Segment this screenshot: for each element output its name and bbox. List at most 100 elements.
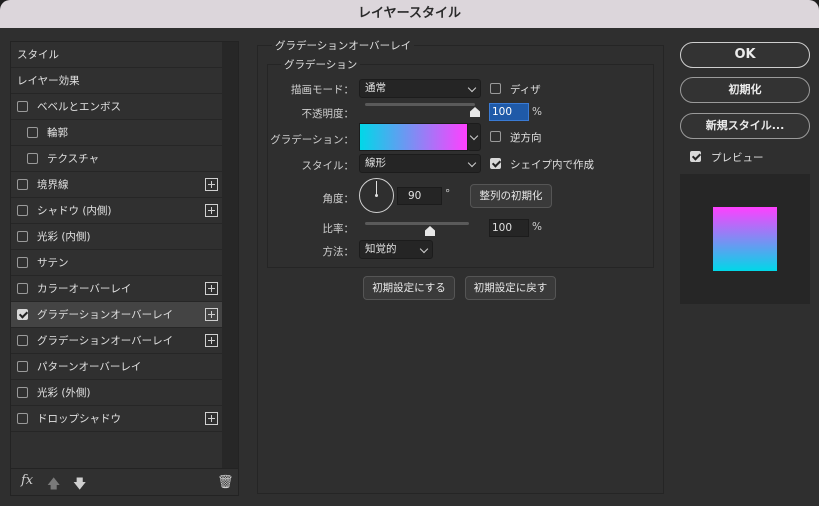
angle-unit: °: [445, 188, 451, 200]
new-style-button[interactable]: 新規スタイル...: [680, 113, 810, 139]
sidebar-item-checkbox[interactable]: [17, 205, 28, 216]
opacity-input[interactable]: 100: [489, 103, 529, 121]
sidebar-item[interactable]: 光彩 (内側): [11, 224, 222, 250]
sidebar-item-label: グラデーションオーバーレイ: [37, 335, 174, 347]
add-effect-plus-icon[interactable]: [205, 308, 218, 321]
angle-label: 角度：: [322, 193, 355, 205]
sidebar-item-label: ベベルとエンボス: [37, 101, 121, 113]
trash-icon[interactable]: 🗑: [217, 475, 234, 490]
dither-label: ディザ: [510, 84, 541, 96]
sidebar-item[interactable]: ベベルとエンボス: [11, 94, 222, 120]
sidebar-item-label: シャドウ (内側): [37, 205, 112, 217]
arrow-up-icon[interactable]: 🡅: [47, 475, 60, 497]
fx-icon[interactable]: fx: [21, 473, 33, 488]
add-effect-plus-icon[interactable]: [205, 204, 218, 217]
sidebar-item-label: 境界線: [37, 179, 69, 191]
sidebar-item[interactable]: ドロップシャドウ: [11, 406, 222, 432]
sidebar-item[interactable]: グラデーションオーバーレイ: [11, 302, 222, 328]
opacity-label: 不透明度：: [301, 108, 355, 120]
sidebar-item[interactable]: 光彩 (外側): [11, 380, 222, 406]
sidebar-item-checkbox[interactable]: [17, 335, 28, 346]
add-effect-plus-icon[interactable]: [205, 412, 218, 425]
subsection-title: グラデーション: [281, 57, 361, 72]
add-effect-plus-icon[interactable]: [205, 282, 218, 295]
scale-unit: %: [532, 221, 542, 233]
gradient-picker[interactable]: [359, 123, 468, 151]
opacity-unit: %: [532, 106, 542, 118]
sidebar-item[interactable]: 輪郭: [11, 120, 222, 146]
chevron-down-icon: [469, 131, 479, 141]
effects-toolbar: fx 🡅 🡇 🗑: [11, 468, 238, 495]
gradient-dropdown[interactable]: [467, 123, 481, 151]
preview-area: [680, 174, 810, 304]
dither-checkbox[interactable]: [490, 83, 501, 94]
sidebar-item[interactable]: テクスチャ: [11, 146, 222, 172]
add-effect-plus-icon[interactable]: [205, 334, 218, 347]
scale-slider[interactable]: [365, 222, 469, 225]
sidebar-item[interactable]: 境界線: [11, 172, 222, 198]
reset-to-default-button[interactable]: 初期設定に戻す: [465, 276, 556, 300]
add-effect-plus-icon[interactable]: [205, 178, 218, 191]
sidebar-item-label: スタイル: [17, 49, 59, 61]
method-select[interactable]: 知覚的: [359, 240, 433, 259]
blend-mode-label: 描画モード：: [291, 84, 354, 96]
sidebar-item-label: カラーオーバーレイ: [37, 283, 132, 295]
align-with-layer-checkbox[interactable]: [490, 158, 501, 169]
sidebar-item-checkbox[interactable]: [27, 127, 38, 138]
sidebar-item[interactable]: シャドウ (内側): [11, 198, 222, 224]
reset-button[interactable]: 初期化: [680, 77, 810, 103]
sidebar-item-checkbox[interactable]: [17, 179, 28, 190]
angle-dial-center: [375, 194, 378, 197]
sidebar-item-label: ドロップシャドウ: [37, 413, 121, 425]
reverse-checkbox[interactable]: [490, 131, 501, 142]
chevron-down-icon: [419, 244, 429, 254]
sidebar-item-label: 光彩 (内側): [37, 231, 91, 243]
sidebar-item-checkbox[interactable]: [17, 361, 28, 372]
sidebar-item-checkbox[interactable]: [17, 309, 28, 320]
sidebar-item-checkbox[interactable]: [17, 101, 28, 112]
sidebar-item[interactable]: レイヤー効果: [11, 68, 222, 94]
sidebar-item-label: パターンオーバーレイ: [37, 361, 142, 373]
blend-mode-select[interactable]: 通常: [359, 79, 481, 98]
reverse-label: 逆方向: [510, 132, 542, 144]
angle-dial[interactable]: [359, 178, 394, 213]
sidebar-item[interactable]: スタイル: [11, 42, 222, 68]
angle-input[interactable]: 90: [397, 187, 442, 205]
dialog-title: レイヤースタイル: [0, 0, 819, 28]
sidebar-item[interactable]: カラーオーバーレイ: [11, 276, 222, 302]
sidebar-item-checkbox[interactable]: [17, 387, 28, 398]
ok-button[interactable]: OK: [680, 42, 810, 68]
sidebar-item-checkbox[interactable]: [17, 257, 28, 268]
opacity-slider[interactable]: [365, 103, 475, 106]
scale-label: 比率：: [322, 223, 355, 235]
preview-checkbox[interactable]: [690, 151, 701, 162]
preview-label: プレビュー: [711, 152, 764, 164]
sidebar-item-label: テクスチャ: [47, 153, 100, 165]
sidebar-item-label: 光彩 (外側): [37, 387, 91, 399]
sidebar-item-checkbox[interactable]: [27, 153, 38, 164]
sidebar-item[interactable]: グラデーションオーバーレイ: [11, 328, 222, 354]
sidebar-item[interactable]: パターンオーバーレイ: [11, 354, 222, 380]
gradient-label: グラデーション：: [270, 134, 354, 146]
sidebar-item[interactable]: サテン: [11, 250, 222, 276]
style-select[interactable]: 線形: [359, 154, 481, 173]
section-title: グラデーションオーバーレイ: [272, 38, 415, 53]
reset-alignment-button[interactable]: 整列の初期化: [470, 184, 552, 208]
blend-mode-value: 通常: [365, 82, 386, 94]
effects-list-scrollbar[interactable]: [222, 42, 238, 468]
arrow-down-icon[interactable]: 🡇: [73, 475, 86, 497]
make-default-button[interactable]: 初期設定にする: [363, 276, 455, 300]
effects-list-panel: スタイルレイヤー効果ベベルとエンボス輪郭テクスチャ境界線シャドウ (内側) 光彩 …: [10, 41, 239, 496]
sidebar-item-label: レイヤー効果: [17, 75, 80, 87]
style-value: 線形: [365, 157, 386, 169]
sidebar-item-checkbox[interactable]: [17, 231, 28, 242]
sidebar-item-label: サテン: [37, 257, 69, 269]
sidebar-item-checkbox[interactable]: [17, 413, 28, 424]
sidebar-item-label: グラデーションオーバーレイ: [37, 309, 174, 321]
method-label: 方法：: [322, 246, 355, 258]
scale-input[interactable]: 100: [489, 219, 529, 237]
chevron-down-icon: [467, 158, 477, 168]
align-with-layer-label: シェイプ内で作成: [510, 159, 594, 171]
chevron-down-icon: [467, 83, 477, 93]
sidebar-item-checkbox[interactable]: [17, 283, 28, 294]
